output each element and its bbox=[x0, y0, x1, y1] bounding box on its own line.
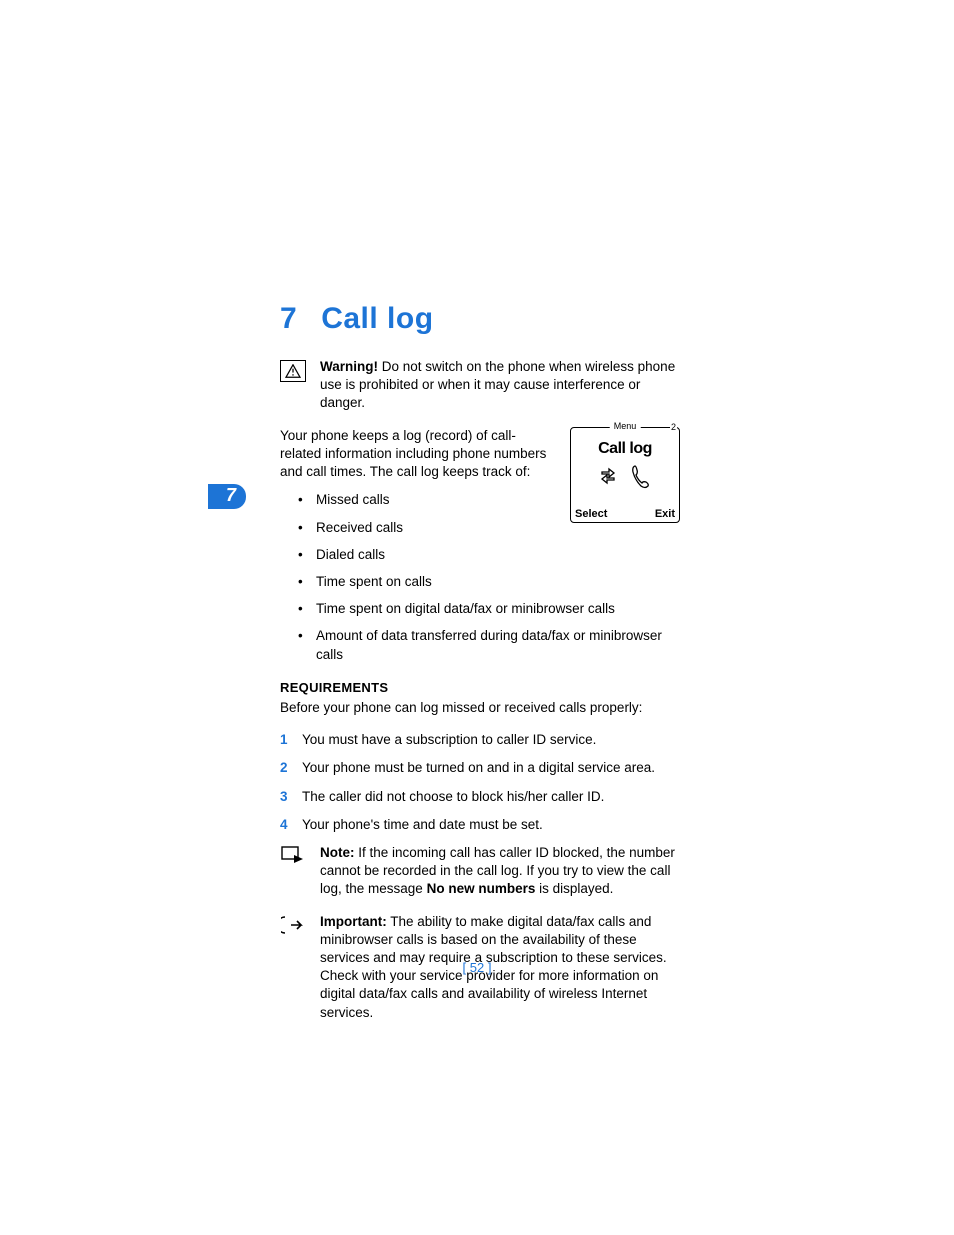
warning-label: Warning! bbox=[320, 359, 378, 374]
item-text: Your phone must be turned on and in a di… bbox=[302, 759, 655, 777]
requirements-list: 1 You must have a subscription to caller… bbox=[280, 731, 680, 834]
chapter-title: Call log bbox=[321, 302, 433, 335]
arrows-icon bbox=[599, 464, 625, 488]
item-number: 3 bbox=[280, 788, 302, 806]
intro-section: Your phone keeps a log (record) of call-… bbox=[280, 427, 680, 482]
note-text: Note: If the incoming call has caller ID… bbox=[320, 844, 680, 899]
item-text: You must have a subscription to caller I… bbox=[302, 731, 596, 749]
intro-paragraph: Your phone keeps a log (record) of call-… bbox=[280, 427, 550, 482]
list-item: 1 You must have a subscription to caller… bbox=[280, 731, 680, 749]
list-item: Dialed calls bbox=[298, 546, 680, 564]
item-number: 2 bbox=[280, 759, 302, 777]
note-block: Note: If the incoming call has caller ID… bbox=[280, 844, 680, 899]
handset-icon bbox=[629, 464, 651, 490]
item-text: The caller did not choose to block his/h… bbox=[302, 788, 604, 806]
page-number: [ 52 ] bbox=[0, 960, 954, 975]
requirements-heading: REQUIREMENTS bbox=[280, 680, 680, 695]
chapter-heading: 7 Call log bbox=[280, 302, 680, 336]
note-icon bbox=[280, 846, 306, 864]
warning-block: Warning! Do not switch on the phone when… bbox=[280, 358, 680, 413]
list-item: 3 The caller did not choose to block his… bbox=[280, 788, 680, 806]
note-bold: No new numbers bbox=[427, 881, 536, 896]
phone-screen-top: Menu 2 bbox=[571, 428, 679, 442]
list-item: Received calls bbox=[298, 519, 680, 537]
item-number: 1 bbox=[280, 731, 302, 749]
warning-text: Warning! Do not switch on the phone when… bbox=[320, 358, 680, 413]
note-post: is displayed. bbox=[535, 881, 613, 896]
item-number: 4 bbox=[280, 816, 302, 834]
list-item: Amount of data transferred during data/f… bbox=[298, 627, 680, 663]
list-item: 2 Your phone must be turned on and in a … bbox=[280, 759, 680, 777]
list-item: Missed calls bbox=[298, 491, 680, 509]
chapter-number: 7 bbox=[280, 302, 297, 336]
list-item: Time spent on calls bbox=[298, 573, 680, 591]
phone-menu-index: 2 bbox=[670, 422, 677, 432]
chapter-side-tab: 7 bbox=[208, 484, 246, 509]
note-label: Note: bbox=[320, 845, 355, 860]
list-item: Time spent on digital data/fax or minibr… bbox=[298, 600, 680, 618]
phone-screen-icons bbox=[571, 464, 679, 490]
list-item: 4 Your phone's time and date must be set… bbox=[280, 816, 680, 834]
important-icon bbox=[280, 915, 306, 935]
phone-screen-title: Call log bbox=[571, 440, 679, 458]
important-label: Important: bbox=[320, 914, 387, 929]
item-text: Your phone's time and date must be set. bbox=[302, 816, 543, 834]
manual-page: 7 7 Call log Warning! Do not switch on th… bbox=[0, 0, 954, 1235]
page-content: 7 Call log Warning! Do not switch on the … bbox=[280, 302, 680, 1036]
warning-icon bbox=[280, 360, 306, 382]
phone-menu-label: Menu bbox=[610, 421, 641, 431]
requirements-intro: Before your phone can log missed or rece… bbox=[280, 699, 680, 717]
